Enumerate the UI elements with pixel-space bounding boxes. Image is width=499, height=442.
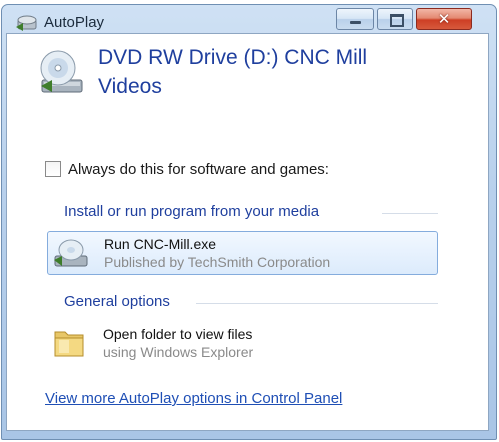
install-section-divider	[382, 213, 438, 214]
minimize-icon	[350, 21, 361, 24]
always-do-this-checkbox[interactable]	[45, 161, 61, 177]
close-icon: ✕	[437, 10, 451, 28]
dvd-drive-icon	[40, 50, 83, 93]
general-section-divider	[196, 303, 438, 304]
window-title: AutoPlay	[44, 14, 105, 31]
page-title: DVD RW Drive (D:) CNC Mill Videos	[98, 46, 368, 98]
folder-icon	[54, 331, 84, 357]
always-do-this-label[interactable]: Always do this for software and games:	[68, 161, 329, 178]
run-program-publisher: Published by TechSmith Corporation	[104, 254, 331, 270]
maximize-icon	[390, 14, 404, 27]
minimize-button[interactable]	[336, 8, 374, 30]
always-do-this-checkbox-row[interactable]: Always do this for software and games:	[45, 158, 329, 180]
close-button[interactable]: ✕	[416, 8, 472, 30]
control-panel-link[interactable]: View more AutoPlay options in Control Pa…	[45, 390, 342, 407]
open-folder-subtitle: using Windows Explorer	[103, 344, 254, 360]
maximize-button[interactable]	[377, 8, 413, 30]
autoplay-icon	[16, 15, 37, 31]
open-folder-title: Open folder to view files	[103, 326, 253, 342]
install-section-title: Install or run program from your media	[64, 203, 320, 220]
dvd-drive-icon	[54, 239, 88, 267]
run-program-option[interactable]: Run CNC-Mill.exe Published by TechSmith …	[47, 231, 438, 275]
general-section-title: General options	[64, 293, 170, 310]
open-folder-option[interactable]: Open folder to view files using Windows …	[47, 322, 438, 366]
run-program-title: Run CNC-Mill.exe	[104, 236, 217, 252]
